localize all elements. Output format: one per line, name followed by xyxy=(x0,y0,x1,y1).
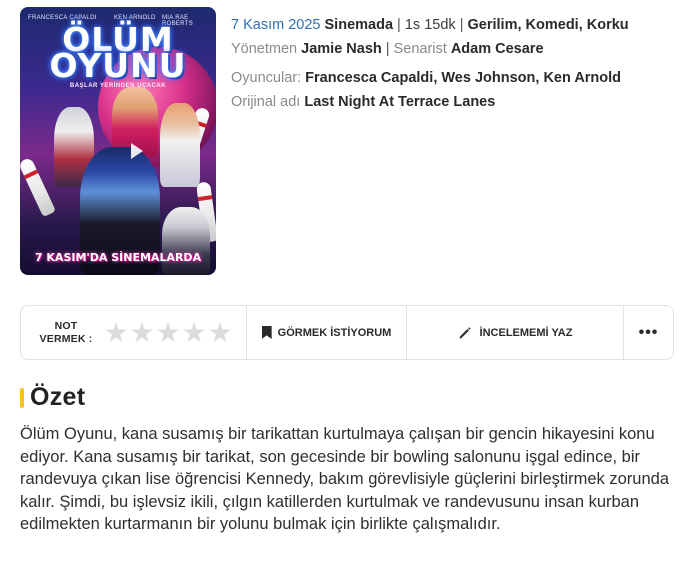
poster-tagline: BAŞLAR YERİNDEN UÇACAK xyxy=(69,83,167,89)
release-where[interactable]: Sinemada xyxy=(325,17,394,33)
release-row: 7 Kasım 2025 Sinemada | 1s 15dk | Gerili… xyxy=(231,13,671,37)
director-link[interactable]: Jamie Nash xyxy=(301,41,382,57)
cast-link[interactable]: Ken Arnold xyxy=(543,70,621,86)
poster-release-text: 7 KASIM'DA SİNEMALARDA xyxy=(34,251,202,264)
watchlist-button[interactable]: GÖRMEK İSTİYORUM xyxy=(247,306,407,359)
original-title-label: Orijinal adı xyxy=(231,93,301,110)
more-icon: ••• xyxy=(638,323,659,341)
pencil-icon xyxy=(458,326,472,340)
movie-poster[interactable]: FRANCESCA CAPALDI KEN ARNOLD MIA RAE ROB… xyxy=(20,7,216,275)
star-icon[interactable]: ★ xyxy=(207,318,233,347)
summary-heading: Özet xyxy=(30,383,86,411)
genre-link[interactable]: Korku xyxy=(587,17,629,33)
rating-section: NOT VERMEK : ★ ★ ★ ★ ★ xyxy=(21,306,247,359)
watchlist-label: GÖRMEK İSTİYORUM xyxy=(277,326,392,339)
star-icon[interactable]: ★ xyxy=(129,318,155,347)
poster-title: ÖLÜM OYUNU xyxy=(20,23,216,85)
review-label: İNCELEMEMİ YAZ xyxy=(479,326,573,339)
star-icon[interactable]: ★ xyxy=(181,318,207,347)
star-icon[interactable]: ★ xyxy=(155,318,181,347)
rating-label-line: VERMEK : xyxy=(39,332,93,345)
genre-separator: , xyxy=(578,17,583,33)
cast-row: Oyuncular: Francesca Capaldi, Wes Johnso… xyxy=(231,66,671,90)
rating-label: NOT VERMEK : xyxy=(37,320,95,346)
cast-separator: , xyxy=(433,69,438,86)
cast-separator: , xyxy=(535,69,540,86)
release-date[interactable]: 7 Kasım 2025 xyxy=(231,17,320,33)
crew-row: Yönetmen Jamie Nash | Senarist Adam Cesa… xyxy=(231,37,671,61)
bookmark-icon xyxy=(261,326,272,339)
more-options-button[interactable]: ••• xyxy=(624,306,673,359)
poster-bowling-pin xyxy=(20,156,57,218)
summary-header: Özet xyxy=(20,383,85,412)
poster-character xyxy=(162,207,210,275)
rating-stars: ★ ★ ★ ★ ★ xyxy=(103,318,233,347)
cast-label: Oyuncular: xyxy=(231,69,302,86)
genre-link[interactable]: Gerilim xyxy=(468,17,518,33)
separator: | xyxy=(397,17,401,33)
write-review-button[interactable]: İNCELEMEMİ YAZ xyxy=(407,306,624,359)
cast-link[interactable]: Wes Johnson xyxy=(441,70,535,86)
separator: | xyxy=(385,41,390,58)
original-title: Last Night At Terrace Lanes xyxy=(304,93,496,110)
separator: | xyxy=(459,17,464,33)
cast-link[interactable]: Francesca Capaldi xyxy=(305,70,433,86)
genre-separator: , xyxy=(517,17,522,33)
director-label: Yönetmen xyxy=(231,41,298,58)
summary-text: Ölüm Oyunu, kana susamış bir tarikattan … xyxy=(20,425,670,534)
play-icon[interactable] xyxy=(131,143,143,159)
rating-label-line: NOT xyxy=(54,319,78,332)
poster-character xyxy=(160,103,200,187)
writer-label: Senarist xyxy=(393,41,447,58)
summary-accent-bar xyxy=(20,387,24,408)
duration: 1s 15dk xyxy=(404,17,456,33)
original-title-row: Orijinal adı Last Night At Terrace Lanes xyxy=(231,90,671,114)
poster-title-line: OYUNU xyxy=(49,46,187,85)
writer-link[interactable]: Adam Cesare xyxy=(451,41,544,57)
star-icon[interactable]: ★ xyxy=(103,318,129,347)
movie-info: 7 Kasım 2025 Sinemada | 1s 15dk | Gerili… xyxy=(231,13,671,114)
action-bar: NOT VERMEK : ★ ★ ★ ★ ★ GÖRMEK İSTİYORUM … xyxy=(20,305,674,360)
genre-link[interactable]: Komedi xyxy=(526,17,579,33)
